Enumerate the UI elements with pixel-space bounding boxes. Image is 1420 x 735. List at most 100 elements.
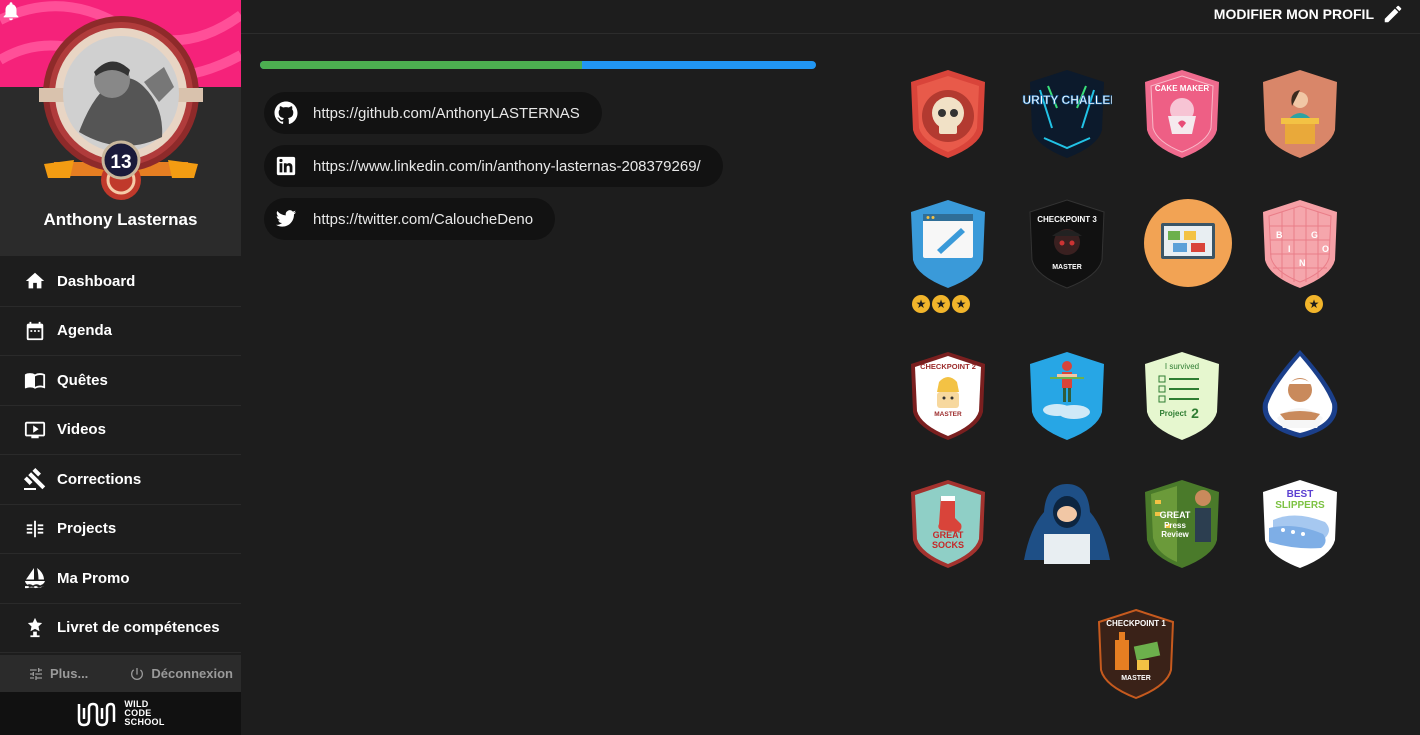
github-icon [274, 101, 298, 125]
badge-text: MASTER [1052, 264, 1082, 271]
linkedin-icon [274, 154, 298, 178]
linkedin-url: https://www.linkedin.com/in/anthony-last… [313, 157, 701, 175]
badge-great-socks[interactable]: GREAT SOCKS [903, 478, 993, 570]
sidebar-item-label: Ma Promo [57, 569, 130, 587]
badge-cake-maker[interactable]: CAKE MAKER [1137, 68, 1227, 160]
star-icon: ★ [1305, 295, 1323, 313]
edit-profile-button[interactable]: MODIFIER MON PROFIL [1214, 3, 1404, 25]
edit-profile-label: MODIFIER MON PROFIL [1213, 6, 1374, 22]
sidebar-item-quetes[interactable]: Quêtes [0, 356, 241, 406]
gavel-icon [22, 466, 48, 492]
badge-checkpoint2[interactable]: CHECKPOINT 2 MASTER [903, 350, 993, 442]
sidebar-item-livret[interactable]: Livret de compétences [0, 604, 241, 653]
wild-code-school-logo[interactable]: WILD CODE SCHOOL [0, 692, 241, 735]
sidebar-item-agenda[interactable]: Agenda [0, 307, 241, 356]
star-icon: ★ [912, 295, 930, 313]
badge-hacker[interactable] [1022, 478, 1112, 570]
twitter-url: https://twitter.com/CaloucheDeno [313, 210, 534, 228]
star-icon: ★ [952, 295, 970, 313]
linkedin-link[interactable]: https://www.linkedin.com/in/anthony-last… [264, 145, 723, 187]
trophy-icon [22, 615, 48, 641]
wcs-logo-icon [78, 702, 116, 726]
badge-text: Project [1159, 409, 1186, 418]
sidebar-item-label: Projects [57, 520, 117, 538]
sailboat-icon [22, 565, 48, 591]
user-name: Anthony Lasternas [43, 210, 198, 229]
sidebar-item-videos[interactable]: Videos [0, 406, 241, 455]
badge-climber[interactable] [1022, 350, 1112, 442]
bell-icon[interactable] [0, 0, 22, 22]
badge-bingo-stars: ★ [1305, 295, 1323, 313]
sidebar-item-corrections[interactable]: Corrections [0, 455, 241, 505]
sidebar-item-label: Agenda [57, 322, 113, 340]
logout-label: Déconnexion [151, 666, 233, 681]
badge-text: CAKE MAKER [1155, 84, 1209, 93]
badge-security-challenge[interactable]: SECURITY CHALLENGE [1022, 68, 1112, 160]
badge-text: O [1322, 244, 1329, 254]
badge-text: Review [1161, 530, 1189, 539]
badge-great-press-review[interactable]: GREAT Press Review [1137, 478, 1227, 570]
power-icon [131, 667, 144, 680]
github-url: https://github.com/AnthonyLASTERNAS [313, 104, 580, 122]
sidebar-item-label: Livret de compétences [57, 619, 220, 637]
projects-icon [22, 516, 48, 542]
badge-text: SOCKS [932, 540, 964, 550]
badge-text: CHECKPOINT 2 [920, 362, 976, 371]
badge-best-slippers[interactable]: BEST SLIPPERS [1255, 478, 1345, 570]
badge-drop-character[interactable] [1255, 348, 1345, 440]
sidebar-footer: Plus... Déconnexion [0, 655, 241, 692]
more-label: Plus... [50, 666, 89, 681]
badge-text: GREAT [933, 530, 964, 540]
badge-text: MASTER [934, 411, 962, 418]
badge-text: Press [1164, 521, 1186, 530]
badge-text: SLIPPERS [1275, 500, 1325, 511]
avatar-frame: 13 [34, 12, 208, 202]
badge-text: G [1311, 230, 1318, 240]
badge-checkpoint3[interactable]: CHECKPOINT 3 MASTER [1022, 198, 1112, 290]
progress-bar [260, 61, 816, 69]
badge-text: N [1299, 258, 1306, 268]
badge-web-dev-stars: ★ ★ ★ [912, 295, 970, 313]
sidebar-item-label: Dashboard [57, 272, 136, 290]
logo-text: WILD CODE SCHOOL [124, 700, 164, 727]
badge-text: 2 [1191, 405, 1199, 421]
pencil-icon [1384, 5, 1402, 23]
sidebar-item-label: Videos [57, 421, 106, 439]
sidebar-nav: Dashboard Agenda Quêtes Videos Correctio… [0, 257, 241, 653]
badge-text: CHECKPOINT 1 [1106, 619, 1166, 628]
badge-speaker[interactable] [1255, 68, 1345, 160]
book-icon [22, 367, 48, 393]
badge-i-survived-project-2[interactable]: I survived Project 2 [1137, 350, 1227, 442]
progress-fill [260, 61, 583, 69]
twitter-link[interactable]: https://twitter.com/CaloucheDeno [264, 198, 556, 240]
profile-header: 13 Anthony Lasternas [0, 0, 241, 256]
badge-text: I [1288, 244, 1291, 254]
calendar-icon [22, 318, 48, 344]
badge-skull[interactable] [903, 68, 993, 160]
badge-text: B [1276, 230, 1283, 240]
badge-web-dev[interactable] [903, 198, 993, 290]
more-button[interactable]: Plus... [28, 666, 88, 682]
settings-sliders-icon [30, 667, 42, 680]
sidebar-item-label: Quêtes [57, 371, 108, 389]
twitter-icon [274, 207, 298, 231]
home-icon [22, 268, 48, 294]
logo-line: SCHOOL [124, 717, 165, 727]
sidebar: 13 Anthony Lasternas Dashboard Agenda Qu… [0, 0, 241, 735]
sidebar-item-ma-promo[interactable]: Ma Promo [0, 554, 241, 604]
badge-text: CHECKPOINT 3 [1037, 215, 1097, 224]
sidebar-item-projects[interactable]: Projects [0, 505, 241, 554]
badge-text: BEST [1287, 489, 1314, 500]
top-bar: MODIFIER MON PROFIL [241, 0, 1420, 34]
sidebar-item-dashboard[interactable]: Dashboard [0, 257, 241, 307]
logout-button[interactable]: Déconnexion [129, 666, 233, 682]
badge-text: GREAT [1160, 510, 1191, 520]
badge-checkpoint1[interactable]: CHECKPOINT 1 MASTER [1091, 608, 1181, 700]
badge-bingo[interactable]: B G I O N [1255, 198, 1345, 290]
sidebar-item-label: Corrections [57, 470, 142, 488]
level-number: 13 [110, 152, 132, 173]
badge-presentation[interactable] [1143, 196, 1233, 288]
github-link[interactable]: https://github.com/AnthonyLASTERNAS [264, 92, 602, 134]
main-content: MODIFIER MON PROFIL https://github.com/A… [241, 0, 1420, 735]
badge-text: I survived [1165, 362, 1199, 371]
